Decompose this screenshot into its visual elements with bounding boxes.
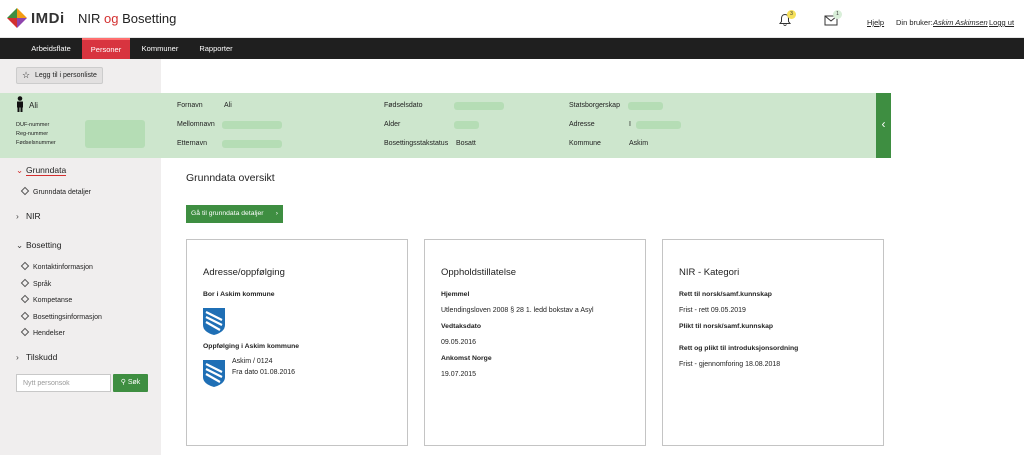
user-name-link[interactable]: Askim Askimsen [933, 18, 988, 27]
intro-label: Rett og plikt til introduksjonsordning [679, 345, 799, 352]
nav-item-rapporter[interactable]: Rapporter [190, 38, 242, 59]
logout-link[interactable]: Logg ut [989, 18, 1014, 27]
askim-coat-of-arms-icon [203, 308, 225, 335]
reg-label: Reg-nummer [16, 131, 49, 137]
chevron-right-icon: › [16, 211, 19, 221]
add-to-personliste-label: Legg til i personliste [35, 72, 97, 79]
statsborgerskap-label: Statsborgerskap [569, 102, 620, 109]
fornavn-label: Fornavn [177, 102, 203, 109]
diamond-icon [20, 278, 30, 288]
vedtaksdato-value: 09.05.2016 [441, 339, 477, 346]
search-icon: ⚲ [120, 379, 126, 386]
alder-label: Alder [384, 121, 401, 128]
chevron-right-icon: › [275, 210, 278, 217]
fodselsdato-label: Fødselsdato [384, 102, 423, 109]
hjemmel-value: Utlendingsloven 2008 § 28 1. ledd boksta… [441, 307, 594, 314]
redacted-etternavn [222, 140, 282, 148]
sidebar-item-kontaktinformasjon[interactable]: Kontaktinformasjon [20, 261, 93, 271]
star-icon: ☆ [22, 70, 31, 80]
sidebar-section-tilskudd[interactable]: › Tilskudd [16, 352, 57, 362]
rett-value: Frist - rett 09.05.2019 [679, 307, 746, 314]
page-title: Grunndata oversikt [186, 172, 275, 184]
diamond-icon [20, 311, 30, 321]
chevron-down-icon: ⌄ [16, 240, 24, 250]
redacted-adresse [636, 121, 681, 129]
chevron-down-icon: ⌄ [16, 165, 24, 175]
diamond-icon [20, 261, 30, 271]
help-link[interactable]: Hjelp [867, 18, 884, 27]
sidebar-section-grunndata[interactable]: ⌄ Grunndata [16, 165, 67, 176]
card-opphold-title: Oppholdstillatelse [441, 267, 516, 278]
duf-label: DUF-nummer [16, 122, 50, 128]
plikt-label: Plikt til norsk/samf.kunnskap [679, 323, 774, 330]
diamond-icon [20, 327, 30, 337]
adresse-label: Adresse [569, 121, 595, 128]
imdi-logo-icon [7, 8, 27, 28]
card-adresse-title: Adresse/oppfølging [203, 267, 285, 278]
main-nav: Arbeidsflate Personer Kommuner Rapporter [0, 38, 1024, 59]
kommune-number: Askim / 0124 [232, 358, 273, 365]
chevron-right-icon: › [16, 352, 19, 362]
sidebar-section-bosetting[interactable]: ⌄ Bosetting [16, 240, 61, 251]
redacted-statsborgerskap [628, 102, 663, 110]
banner-collapse-button[interactable]: ‹ [876, 93, 891, 158]
ankomst-label: Ankomst Norge [441, 355, 492, 362]
app-header: IMDi NIR og Bosetting 3 1 Hjelp Din bruk… [0, 0, 1024, 38]
sidebar-item-grunndata-detaljer[interactable]: Grunndata detaljer [20, 186, 91, 196]
bor-label: Bor i Askim kommune [203, 291, 275, 298]
diamond-icon [20, 186, 30, 196]
go-to-grunndata-button[interactable]: Gå til grunndata detaljer › [186, 205, 283, 223]
redacted-alder [454, 121, 479, 129]
person-name: Ali [29, 101, 38, 110]
person-search-input[interactable] [16, 374, 111, 392]
card-oppholdstillatelse: Oppholdstillatelse Hjemmel Utlendingslov… [424, 239, 646, 446]
diamond-icon [20, 294, 30, 304]
nav-item-kommuner[interactable]: Kommuner [134, 38, 186, 59]
add-to-personliste-button[interactable]: ☆ Legg til i personliste [16, 67, 103, 84]
card-nir-kategori: NIR - Kategori Rett til norsk/samf.kunns… [662, 239, 884, 446]
hjemmel-label: Hjemmel [441, 291, 470, 298]
nav-item-personer[interactable]: Personer [82, 38, 130, 59]
messages-badge: 1 [833, 10, 842, 19]
logo-text: IMDi [31, 10, 65, 27]
mellomnavn-label: Mellomnavn [177, 121, 215, 128]
sidebar-item-sprak[interactable]: Språk [20, 278, 51, 288]
person-icon [17, 96, 23, 112]
adresse-value: I [629, 121, 631, 128]
oppfolging-label: Oppfølging i Askim kommune [203, 343, 300, 350]
card-nir-title: NIR - Kategori [679, 267, 740, 278]
intro-value: Frist - gjennomforing 18.08.2018 [679, 361, 781, 368]
search-button[interactable]: ⚲ Søk [113, 374, 148, 392]
etternavn-label: Etternavn [177, 140, 207, 147]
sidebar-item-bosettingsinformasjon[interactable]: Bosettingsinformasjon [20, 311, 102, 321]
fornavn-value: Ali [224, 102, 232, 109]
user-prefix: Din bruker: [896, 18, 933, 27]
ankomst-value: 19.07.2015 [441, 371, 477, 378]
sidebar-item-hendelser[interactable]: Hendelser [20, 327, 65, 337]
kommune-value: Askim [629, 140, 649, 147]
chevron-left-icon: ‹ [881, 117, 886, 131]
kommune-label: Kommune [569, 140, 601, 147]
rett-label: Rett til norsk/samf.kunnskap [679, 291, 772, 298]
fodselsnummer-label: Fødselsnummer [16, 140, 56, 146]
app-title: NIR og Bosetting [78, 11, 177, 26]
nav-item-arbeidsflate[interactable]: Arbeidsflate [22, 38, 80, 59]
notifications-badge: 3 [787, 10, 796, 19]
askim-coat-of-arms-icon [203, 360, 225, 387]
sidebar-section-nir[interactable]: › NIR [16, 211, 41, 221]
redacted-fodselsdato [454, 102, 504, 110]
bosettingsstatus-label: Bosettingsstakstatus [384, 140, 449, 147]
fra-dato: Fra dato 01.08.2016 [232, 369, 296, 376]
bosettingsstatus-value: Bosatt [456, 140, 476, 147]
vedtaksdato-label: Vedtaksdato [441, 323, 482, 330]
redacted-mellomnavn [222, 121, 282, 129]
redacted-ids [85, 120, 145, 148]
card-adresse: Adresse/oppfølging Bor i Askim kommune O… [186, 239, 408, 446]
sidebar-item-kompetanse[interactable]: Kompetanse [20, 294, 72, 304]
